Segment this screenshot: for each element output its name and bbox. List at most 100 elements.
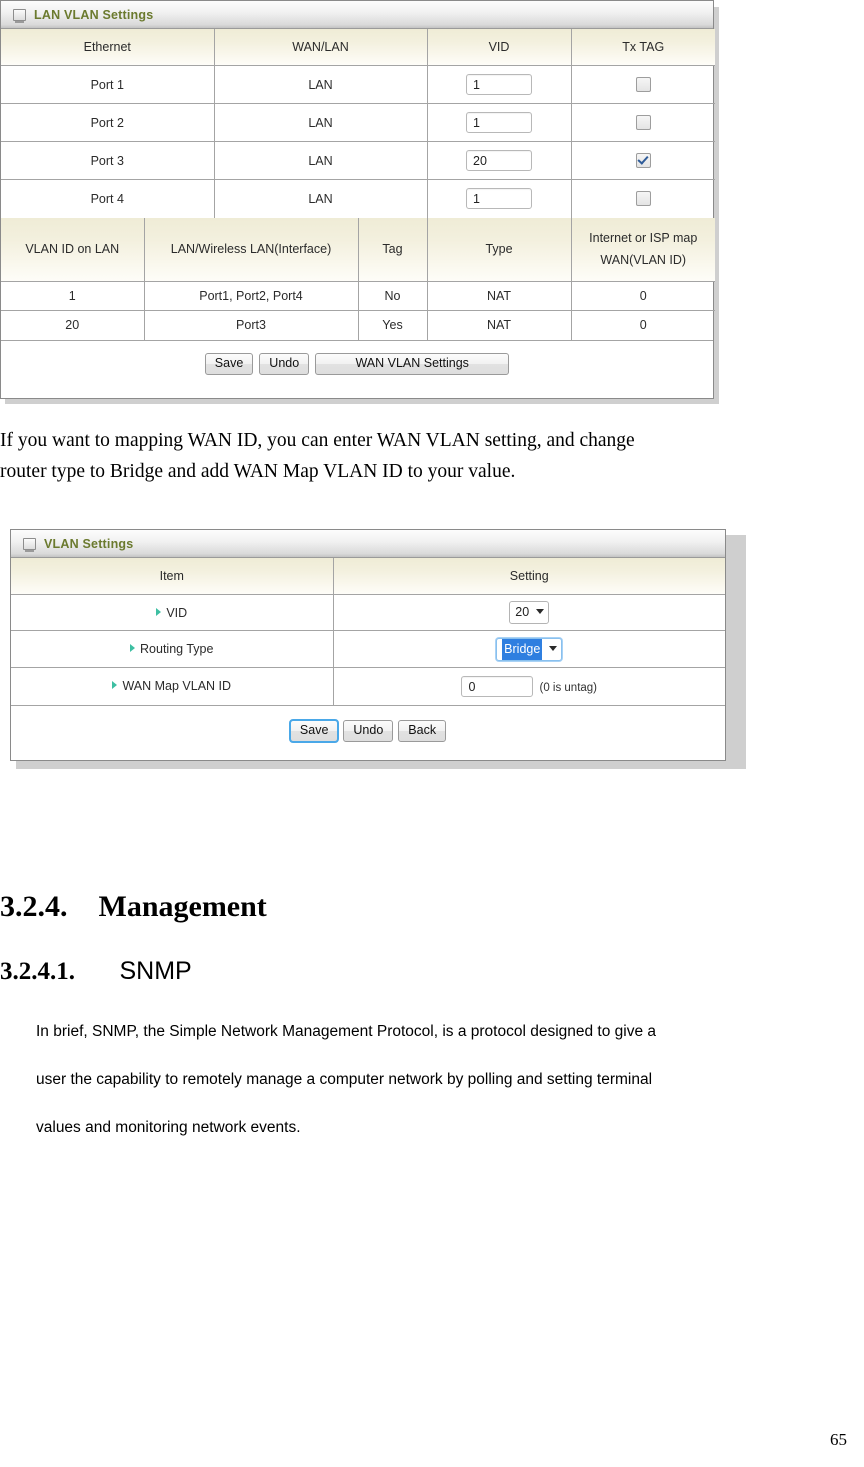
column-header-ethernet: Ethernet	[1, 29, 215, 66]
back-button[interactable]: Back	[398, 719, 447, 742]
save-button[interactable]: Save	[204, 352, 254, 375]
tx-tag-checkbox[interactable]	[635, 153, 651, 169]
routing-type-select[interactable]: Bridge	[496, 637, 563, 661]
lan-vlan-button-bar: Save Undo WAN VLAN Settings	[1, 339, 713, 387]
wan-map-vlan-id-input[interactable]: 0	[461, 675, 534, 697]
section-number: 3.2.4.	[0, 890, 68, 923]
column-header-interface: LAN/Wireless LAN(Interface)	[144, 217, 359, 282]
table-header-row: VLAN ID on LAN LAN/Wireless LAN(Interfac…	[1, 217, 715, 282]
section-title: Management	[98, 890, 267, 923]
vid-input[interactable]: 20	[466, 150, 532, 171]
table-row-wan-map-vlan-id: WAN Map VLAN ID 0 (0 is untag)	[11, 667, 725, 705]
snmp-line-1: In brief, SNMP, the Simple Network Manag…	[36, 1023, 657, 1040]
column-header-isp-map: Internet or ISP map WAN(VLAN ID)	[571, 217, 715, 282]
table-header-row: Item Setting	[11, 558, 725, 595]
txtag-cell	[571, 65, 715, 104]
routing-type-select-value: Bridge	[502, 638, 543, 660]
isp-map-cell: 0	[571, 281, 715, 311]
vlan-id-cell: 20	[1, 310, 145, 340]
isp-map-cell: 0	[639, 318, 647, 333]
snmp-line-3: values and monitoring network events.	[36, 1119, 301, 1136]
tx-tag-checkbox[interactable]	[635, 77, 651, 93]
vid-cell: 20	[427, 141, 572, 180]
table-row: Port 2 LAN 1	[1, 103, 715, 142]
wanlan-cell: LAN	[214, 179, 428, 218]
port-name-cell: Port 2	[1, 103, 215, 142]
tag-cell: No	[358, 281, 428, 311]
vid-input[interactable]: 1	[466, 112, 532, 133]
tx-tag-checkbox[interactable]	[635, 115, 651, 131]
type-cell: NAT	[427, 310, 572, 340]
interface-cell: Port1, Port2, Port4	[144, 281, 359, 311]
tx-tag-checkbox[interactable]	[635, 191, 651, 207]
arrow-bullet-icon	[156, 607, 162, 616]
item-label: Routing Type	[140, 642, 214, 656]
item-label-cell: VID	[11, 594, 334, 631]
chevron-down-icon	[549, 645, 558, 651]
table-row-vid: VID 20	[11, 594, 725, 631]
port-name-cell: Port 4	[1, 179, 215, 218]
wan-vlan-settings-button[interactable]: WAN VLAN Settings	[315, 352, 510, 375]
save-button[interactable]: Save	[288, 718, 340, 743]
undo-button[interactable]: Undo	[259, 352, 310, 375]
vid-cell: 1	[427, 179, 572, 218]
wanlan-cell: LAN	[214, 65, 428, 104]
lan-vlan-port-table: Ethernet WAN/LAN VID Tx TAG Port 1 LAN 1…	[1, 29, 715, 218]
arrow-bullet-icon	[112, 681, 118, 690]
item-label: WAN Map VLAN ID	[122, 679, 232, 694]
vid-cell: 1	[427, 103, 572, 142]
port-name-cell: Port 1	[1, 65, 215, 104]
table-row: Port 3 LAN 20	[1, 141, 715, 180]
wanlan-cell: LAN	[214, 103, 428, 142]
column-header-item: Item	[11, 558, 334, 595]
window-icon	[23, 537, 36, 552]
txtag-cell	[571, 141, 715, 180]
vid-input[interactable]: 1	[466, 74, 532, 95]
isp-map-line2: WAN(VLAN ID)	[600, 253, 687, 268]
instruction-line-2: router type to Bridge and add WAN Map VL…	[0, 461, 516, 482]
untag-hint: (0 is untag)	[539, 681, 598, 694]
arrow-bullet-icon	[130, 644, 136, 652]
subsection-number: 3.2.4.1.	[0, 958, 75, 985]
lan-vlan-settings-panel: LAN VLAN Settings Ethernet WAN/LAN VID T…	[0, 0, 715, 399]
snmp-line-2: user the capability to remotely manage a…	[36, 1071, 653, 1088]
lan-vlan-panel-header: LAN VLAN Settings	[1, 1, 713, 29]
column-header-txtag: Tx TAG	[571, 29, 715, 66]
lan-vlan-panel-title: LAN VLAN Settings	[34, 7, 154, 22]
vid-input[interactable]: 1	[466, 188, 532, 210]
item-label-cell: WAN Map VLAN ID	[11, 667, 334, 705]
chevron-down-icon	[536, 609, 545, 614]
instruction-line-1: If you want to mapping WAN ID, you can e…	[0, 430, 635, 451]
undo-button[interactable]: Undo	[343, 719, 394, 742]
snmp-paragraph: In brief, SNMP, the Simple Network Manag…	[36, 1008, 864, 1152]
vid-select-value: 20	[515, 605, 530, 619]
table-row-routing-type: Routing Type Bridge	[11, 630, 725, 668]
column-header-type: Type	[427, 217, 572, 282]
tag-cell: Yes	[358, 310, 428, 340]
vid-select[interactable]: 20	[509, 601, 550, 624]
item-label-cell: Routing Type	[11, 630, 334, 668]
setting-cell: 0 (0 is untag)	[333, 668, 725, 705]
table-header-row: Ethernet WAN/LAN VID Tx TAG	[1, 29, 715, 66]
column-header-wanlan: WAN/LAN	[214, 29, 428, 66]
vlan-summary-table: VLAN ID on LAN LAN/Wireless LAN(Interfac…	[1, 217, 715, 340]
page-number: 65	[830, 1430, 847, 1449]
column-header-vid: VID	[427, 29, 572, 66]
setting-cell: 20	[333, 594, 725, 631]
item-label: VID	[166, 605, 188, 620]
subsection-heading: 3.2.4.1. SNMP	[0, 957, 192, 986]
table-row: 1 Port1, Port2, Port4 No NAT 0	[1, 281, 715, 311]
instruction-paragraph: If you want to mapping WAN ID, you can e…	[0, 425, 830, 487]
txtag-cell	[571, 180, 715, 218]
table-row: Port 1 LAN 1	[1, 65, 715, 104]
table-row: Port 4 LAN 1	[1, 179, 715, 218]
vlan-settings-panel-header: VLAN Settings	[11, 530, 725, 558]
section-heading: 3.2.4. Management	[0, 890, 267, 924]
vlan-settings-panel-title: VLAN Settings	[44, 536, 134, 551]
vlan-settings-table: Item Setting VID 20 Routing Type Bridge …	[11, 558, 725, 705]
setting-cell: Bridge	[333, 630, 725, 668]
type-cell: NAT	[427, 281, 572, 311]
vlan-settings-panel: VLAN Settings Item Setting VID 20 Routin…	[10, 529, 726, 761]
column-header-vlan-id: VLAN ID on LAN	[1, 217, 145, 282]
subsection-title: SNMP	[119, 957, 192, 985]
